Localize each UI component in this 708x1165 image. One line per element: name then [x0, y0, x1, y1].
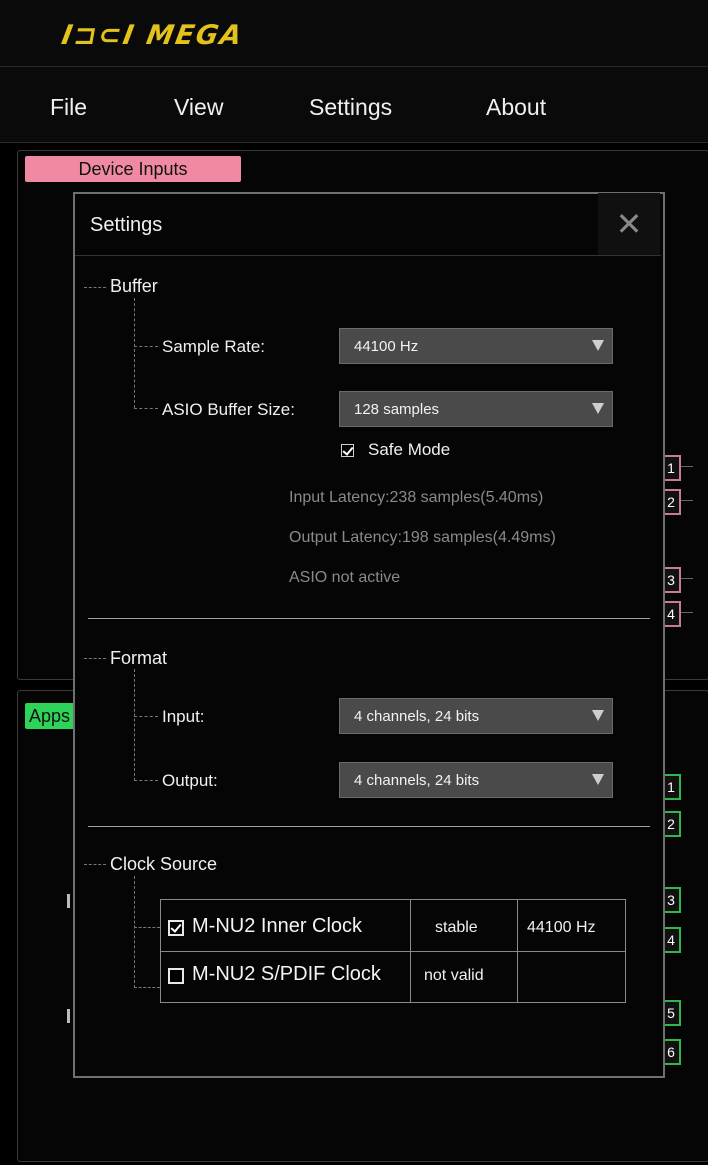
tree-line: [134, 927, 160, 928]
app-logo: I⊐⊂I MEGA: [59, 20, 246, 51]
input-format-label: Input:: [162, 707, 205, 726]
input-format-select[interactable]: 4 channels, 24 bits: [339, 698, 613, 734]
menu-view[interactable]: View: [174, 94, 223, 121]
output-latency-text: Output Latency:198 samples(4.49ms): [289, 529, 556, 546]
tree-line: [134, 408, 158, 409]
tree-line: [134, 669, 135, 781]
menu-file[interactable]: File: [50, 94, 87, 121]
menu-settings[interactable]: Settings: [309, 94, 392, 121]
menu-about[interactable]: About: [486, 94, 546, 121]
table-divider: [517, 899, 518, 1003]
sample-rate-label: Sample Rate:: [162, 337, 265, 356]
dropdown-arrow-icon: [592, 340, 604, 351]
tree-line: [134, 987, 160, 988]
port-connector: [681, 612, 693, 613]
port-connector: [681, 466, 693, 467]
spdif-clock-name[interactable]: M-NU2 S/PDIF Clock: [192, 963, 381, 986]
dropdown-arrow-icon: [592, 403, 604, 414]
apps-tab[interactable]: Apps: [25, 703, 75, 729]
sample-rate-value: 44100 Hz: [354, 338, 419, 355]
input-format-value: 4 channels, 24 bits: [354, 708, 480, 725]
dialog-title: Settings: [90, 214, 163, 236]
background-mark: [67, 894, 70, 908]
table-divider: [160, 951, 626, 952]
asio-buffer-size-select[interactable]: 128 samples: [339, 391, 613, 427]
inner-clock-name[interactable]: M-NU2 Inner Clock: [192, 915, 362, 938]
output-format-value: 4 channels, 24 bits: [354, 772, 480, 789]
port-connector: [681, 500, 693, 501]
background-mark: [67, 1009, 70, 1023]
sample-rate-select[interactable]: 44100 Hz: [339, 328, 613, 364]
close-button[interactable]: ✕: [598, 193, 660, 255]
format-section-title: Format: [110, 648, 168, 668]
output-format-label: Output:: [162, 771, 218, 790]
port-connector: [681, 578, 693, 579]
asio-buffer-size-value: 128 samples: [354, 401, 440, 418]
section-divider: [88, 618, 650, 619]
inner-clock-status: stable: [435, 919, 478, 936]
dropdown-arrow-icon: [592, 710, 604, 721]
device-inputs-tab[interactable]: Device Inputs: [25, 156, 241, 182]
tree-line: [134, 346, 158, 347]
safe-mode-checkbox[interactable]: [341, 444, 354, 457]
tree-line: [84, 287, 106, 288]
tree-line: [134, 298, 135, 408]
input-latency-text: Input Latency:238 samples(5.40ms): [289, 489, 544, 506]
tree-line: [134, 716, 158, 717]
output-format-select[interactable]: 4 channels, 24 bits: [339, 762, 613, 798]
section-divider: [88, 826, 650, 827]
inner-clock-rate: 44100 Hz: [527, 919, 596, 936]
table-divider: [410, 899, 411, 1003]
asio-buffer-size-label: ASIO Buffer Size:: [162, 400, 295, 419]
asio-status-text: ASIO not active: [289, 569, 401, 586]
clock-source-section-title: Clock Source: [110, 854, 218, 874]
dropdown-arrow-icon: [592, 774, 604, 785]
tree-line: [84, 658, 106, 659]
spdif-clock-checkbox[interactable]: [168, 968, 184, 984]
tree-line: [84, 864, 106, 865]
tree-line: [134, 780, 158, 781]
inner-clock-checkbox[interactable]: [168, 920, 184, 936]
tree-line: [134, 876, 135, 988]
spdif-clock-status: not valid: [424, 967, 484, 984]
safe-mode-label[interactable]: Safe Mode: [368, 440, 450, 460]
dialog-header-divider: [75, 255, 661, 256]
buffer-section-title: Buffer: [110, 276, 158, 296]
